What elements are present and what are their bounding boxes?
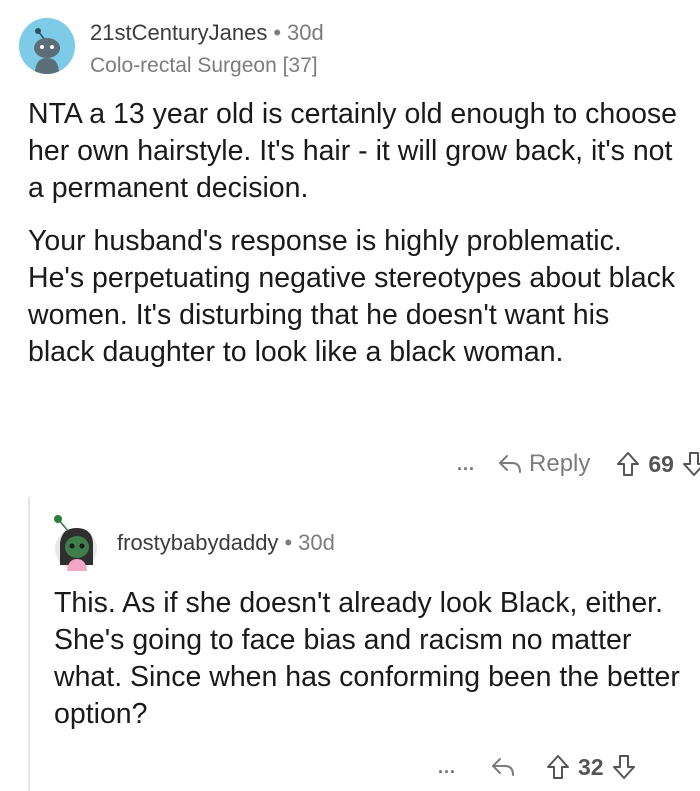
reply-label: Reply bbox=[529, 450, 591, 477]
username-link[interactable]: frostybabydaddy bbox=[117, 530, 278, 555]
user-avatar[interactable] bbox=[48, 513, 100, 571]
comment-paragraph: This. As if she doesn't already look Bla… bbox=[54, 587, 680, 730]
user-avatar[interactable] bbox=[19, 18, 75, 74]
more-options-button[interactable]: ... bbox=[457, 454, 475, 475]
upvote-arrow-icon[interactable] bbox=[546, 754, 570, 780]
separator-dot: • bbox=[273, 20, 282, 45]
reply-arrow-icon bbox=[492, 758, 515, 776]
username-link[interactable]: 21stCenturyJanes bbox=[90, 20, 267, 45]
comment-actions: ... Reply 69 bbox=[457, 447, 700, 481]
comment-header: 21stCenturyJanes • 30d bbox=[90, 20, 324, 46]
downvote-arrow-icon[interactable] bbox=[612, 754, 636, 780]
vote-controls: 69 bbox=[616, 451, 700, 478]
comment-body: NTA a 13 year old is certainly old enoug… bbox=[28, 96, 678, 387]
comment-age: 30d bbox=[298, 530, 335, 555]
comment-header: frostybabydaddy • 30d bbox=[117, 530, 335, 556]
comment-actions: ... 32 bbox=[438, 750, 688, 784]
vote-score: 69 bbox=[648, 450, 674, 477]
snoo-avatar-icon bbox=[19, 18, 75, 74]
comment-paragraph: NTA a 13 year old is certainly old enoug… bbox=[28, 98, 678, 204]
reply-arrow-icon bbox=[499, 455, 522, 473]
reply-button[interactable]: Reply bbox=[497, 450, 590, 478]
thread-line[interactable] bbox=[28, 497, 30, 791]
vote-controls: 32 bbox=[546, 754, 636, 781]
reply-button[interactable] bbox=[490, 755, 516, 779]
comment-body: This. As if she doesn't already look Bla… bbox=[54, 585, 684, 733]
downvote-arrow-icon[interactable] bbox=[682, 451, 700, 477]
upvote-arrow-icon[interactable] bbox=[616, 451, 640, 477]
user-flair: Colo-rectal Surgeon [37] bbox=[90, 54, 318, 77]
more-options-button[interactable]: ... bbox=[438, 757, 456, 778]
comment-age: 30d bbox=[287, 20, 324, 45]
comment-paragraph: Your husband's response is highly proble… bbox=[28, 225, 676, 368]
separator-dot: • bbox=[284, 530, 293, 555]
snoo-avatar-icon bbox=[54, 515, 97, 571]
vote-score: 32 bbox=[578, 753, 604, 780]
